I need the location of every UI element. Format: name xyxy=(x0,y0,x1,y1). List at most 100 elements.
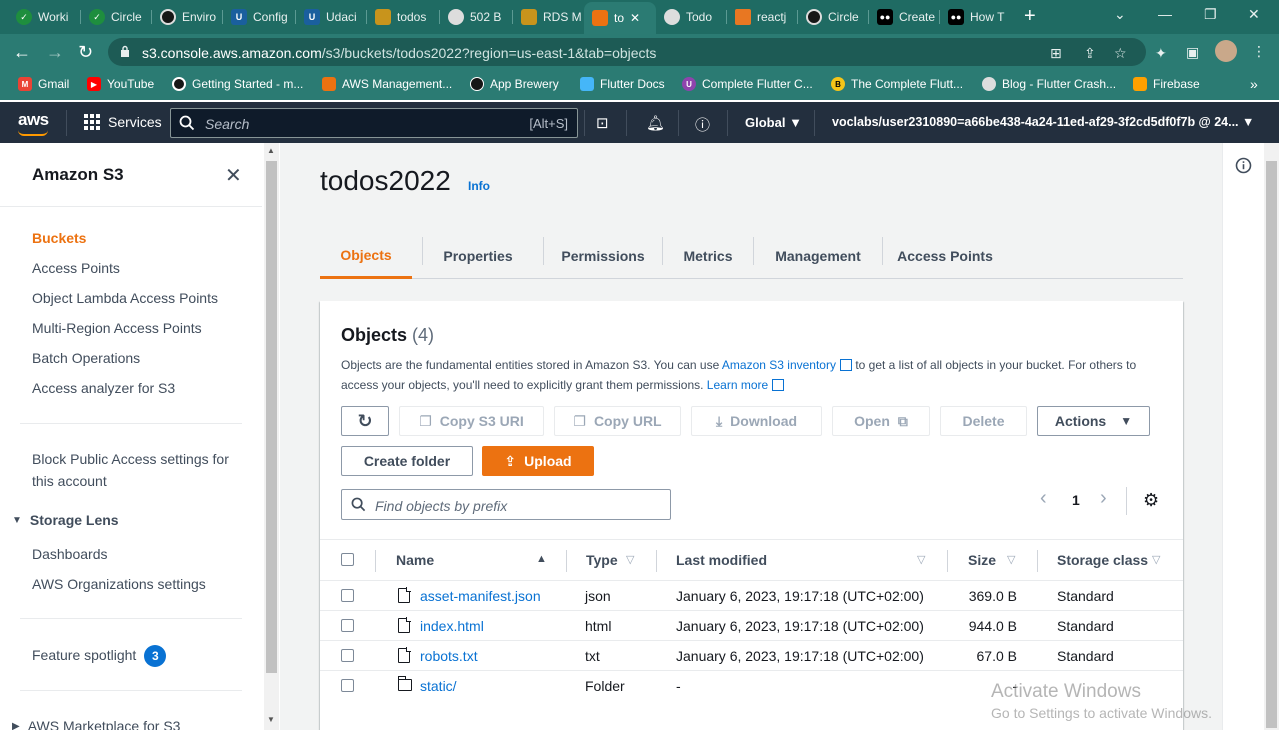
browser-tab[interactable]: U Config xyxy=(223,4,295,30)
column-last-modified[interactable]: Last modified xyxy=(676,552,767,568)
next-page-button[interactable]: › xyxy=(1100,487,1107,510)
copy-s3-uri-button[interactable]: ❐ Copy S3 URI xyxy=(399,406,544,436)
reload-button[interactable]: ↻ xyxy=(78,42,93,62)
s3-inventory-link[interactable]: Amazon S3 inventory xyxy=(722,358,836,372)
address-bar[interactable]: s3.console.aws.amazon.com/s3/buckets/tod… xyxy=(108,38,1146,66)
bookmark-complete-flutter-course[interactable]: U Complete Flutter C... xyxy=(682,77,813,91)
browser-tab[interactable]: todos xyxy=(367,4,439,30)
close-sidenav-icon[interactable]: ✕ xyxy=(225,163,242,188)
delete-button[interactable]: Delete xyxy=(940,406,1027,436)
actions-dropdown[interactable]: Actions ▼ xyxy=(1037,406,1150,436)
page-scrollbar[interactable] xyxy=(1264,143,1279,730)
translate-icon[interactable]: ⊞ xyxy=(1050,45,1062,62)
browser-menu-icon[interactable]: ⋮ xyxy=(1252,43,1266,60)
bookmark-star-icon[interactable]: ☆ xyxy=(1114,45,1127,62)
sidenav-item-access-analyzer[interactable]: Access analyzer for S3 xyxy=(32,377,175,399)
browser-tab[interactable]: Enviro xyxy=(152,4,222,30)
browser-tab[interactable]: RDS M xyxy=(513,4,583,30)
row-checkbox[interactable] xyxy=(341,679,354,692)
sidebar-icon[interactable]: ▣ xyxy=(1186,44,1199,61)
upload-button[interactable]: ⇪ Upload xyxy=(482,446,594,476)
tab-management[interactable]: Management xyxy=(754,233,882,279)
browser-tab[interactable]: ●● How T xyxy=(940,4,1010,30)
tab-search-icon[interactable]: ⌄ xyxy=(1114,6,1126,23)
column-type[interactable]: Type xyxy=(586,552,618,568)
table-row[interactable]: index.html html January 6, 2023, 19:17:1… xyxy=(320,611,1183,641)
sort-icon[interactable]: ▽ xyxy=(1152,553,1160,566)
close-window-button[interactable]: ✕ xyxy=(1248,6,1260,23)
restore-button[interactable]: ❐ xyxy=(1204,6,1217,23)
account-menu[interactable]: voclabs/user2310890=a66be438-4a24-11ed-a… xyxy=(832,115,1254,129)
new-tab-button[interactable]: + xyxy=(1024,6,1036,26)
sidenav-item-organizations-settings[interactable]: AWS Organizations settings xyxy=(32,573,206,595)
sort-icon[interactable]: ▽ xyxy=(1007,553,1015,566)
browser-tab[interactable]: U Udaci xyxy=(296,4,366,30)
sidenav-item-multi-region[interactable]: Multi-Region Access Points xyxy=(32,317,202,339)
create-folder-button[interactable]: Create folder xyxy=(341,446,473,476)
sidenav-section-marketplace[interactable]: ▶ AWS Marketplace for S3 xyxy=(12,718,180,730)
forward-button[interactable]: → xyxy=(46,42,64,62)
object-name-link[interactable]: index.html xyxy=(420,618,484,634)
sidenav-item-feature-spotlight[interactable]: Feature spotlight 3 xyxy=(32,644,167,667)
bookmark-getting-started[interactable]: Getting Started - m... xyxy=(172,77,303,91)
browser-tab[interactable]: ✓ Worki xyxy=(8,4,80,30)
aws-search-input[interactable]: Search [Alt+S] xyxy=(170,108,578,138)
table-row[interactable]: asset-manifest.json json January 6, 2023… xyxy=(320,581,1183,611)
column-size[interactable]: Size xyxy=(968,552,996,568)
browser-tab[interactable]: Todo xyxy=(656,4,726,30)
open-button[interactable]: Open ⧉ xyxy=(832,406,930,436)
share-icon[interactable]: ⇪ xyxy=(1084,45,1096,62)
sort-icon[interactable]: ▽ xyxy=(626,553,634,566)
profile-avatar[interactable] xyxy=(1215,40,1237,62)
sidenav-item-access-points[interactable]: Access Points xyxy=(32,257,120,279)
copy-url-button[interactable]: ❐ Copy URL xyxy=(554,406,681,436)
sidenav-item-block-public-access[interactable]: Block Public Access settings for this acc… xyxy=(32,448,229,492)
region-selector[interactable]: Global ▼ xyxy=(745,115,802,130)
extensions-icon[interactable]: ✦ xyxy=(1155,45,1167,62)
tab-properties[interactable]: Properties xyxy=(423,233,533,279)
refresh-button[interactable]: ↻ xyxy=(341,406,389,436)
bookmark-app-brewery[interactable]: App Brewery xyxy=(470,77,559,91)
tab-permissions[interactable]: Permissions xyxy=(544,233,662,279)
find-objects-input[interactable]: Find objects by prefix xyxy=(341,489,671,520)
browser-tab[interactable]: ✓ Circle xyxy=(81,4,151,30)
browser-tab[interactable]: reactj xyxy=(727,4,797,30)
sidenav-item-batch-operations[interactable]: Batch Operations xyxy=(32,347,140,369)
sidenav-item-buckets[interactable]: Buckets xyxy=(32,227,86,249)
browser-tab-active[interactable]: to ✕ xyxy=(584,2,656,34)
sidenav-section-storage-lens[interactable]: ▼ Storage Lens xyxy=(12,512,119,528)
bookmark-firebase[interactable]: Firebase xyxy=(1133,77,1200,91)
browser-tab[interactable]: 502 B xyxy=(440,4,512,30)
cloudshell-icon[interactable]: ⊡ xyxy=(596,114,609,132)
bookmark-flutter-docs[interactable]: Flutter Docs xyxy=(580,77,665,91)
learn-more-link[interactable]: Learn more xyxy=(707,378,768,392)
info-circle-icon[interactable] xyxy=(1235,157,1252,174)
object-name-link[interactable]: static/ xyxy=(420,678,457,694)
close-tab-icon[interactable]: ✕ xyxy=(630,11,640,25)
more-bookmarks-icon[interactable]: » xyxy=(1250,76,1258,92)
browser-tab[interactable]: Circle xyxy=(798,4,868,30)
row-checkbox[interactable] xyxy=(341,619,354,632)
notifications-bell-icon[interactable]: 🔔︎ xyxy=(646,114,665,132)
select-all-checkbox[interactable] xyxy=(341,553,354,566)
tab-objects[interactable]: Objects xyxy=(320,233,412,279)
sidenav-item-dashboards[interactable]: Dashboards xyxy=(32,543,108,565)
browser-tab[interactable]: ●● Create xyxy=(869,4,939,30)
sidenav-item-object-lambda[interactable]: Object Lambda Access Points xyxy=(32,287,218,309)
bookmark-flutter-blog[interactable]: Blog - Flutter Crash... xyxy=(982,77,1116,91)
download-button[interactable]: ⤓ Download xyxy=(691,406,822,436)
table-row[interactable]: robots.txt txt January 6, 2023, 19:17:18… xyxy=(320,641,1183,671)
object-name-link[interactable]: asset-manifest.json xyxy=(420,588,541,604)
sort-icon[interactable]: ▽ xyxy=(917,553,925,566)
aws-logo[interactable]: aws xyxy=(18,110,49,136)
info-link[interactable]: Info xyxy=(468,179,490,193)
bookmark-gmail[interactable]: M Gmail xyxy=(18,77,69,91)
bookmark-complete-flutter-guide[interactable]: B The Complete Flutt... xyxy=(831,77,963,91)
current-page[interactable]: 1 xyxy=(1072,492,1080,508)
tab-access-points[interactable]: Access Points xyxy=(883,233,1007,279)
sort-ascending-icon[interactable]: ▲ xyxy=(536,553,547,565)
row-checkbox[interactable] xyxy=(341,589,354,602)
help-icon[interactable]: ⓘ xyxy=(695,114,710,135)
column-name[interactable]: Name xyxy=(396,552,434,568)
object-name-link[interactable]: robots.txt xyxy=(420,648,478,664)
